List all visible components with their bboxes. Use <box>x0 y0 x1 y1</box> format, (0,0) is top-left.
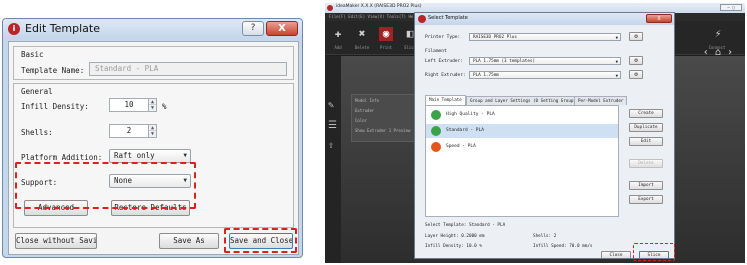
highlight-platform-support <box>15 162 196 209</box>
gear-icon[interactable]: ⚙ <box>629 70 643 79</box>
stepper-down-icon[interactable]: ▼ <box>149 131 156 137</box>
toolbar-label-add: Add <box>334 45 342 50</box>
tab-main-template[interactable]: Main Template <box>425 95 466 105</box>
filament-label: Filament <box>425 49 447 54</box>
add-icon[interactable]: ✚ <box>331 27 345 41</box>
right-extruder-label: Right Extruder: <box>425 73 466 78</box>
edit-button[interactable]: Edit <box>629 137 663 146</box>
connect-icon[interactable]: ⚡ <box>711 27 725 41</box>
window-title: ideaMaker X.X.X (RAISE3D PRO2 Plus) <box>336 4 422 9</box>
left-extruder-select[interactable]: PLA 1.75mm (3 templates) ▼ <box>469 57 621 65</box>
general-group-title: General <box>21 87 53 96</box>
dialog-title: Select Template <box>428 15 468 21</box>
app-logo-icon <box>418 15 426 23</box>
template-item-standard[interactable]: Standard - PLA <box>426 124 618 138</box>
list-icon[interactable]: ☰ <box>328 120 337 131</box>
panel-line-4: Show Extruder 1 Preview <box>355 128 411 133</box>
export-button[interactable]: Export <box>629 195 663 204</box>
shells-info: Shells: 2 <box>533 234 557 239</box>
dialog-titlebar[interactable]: i Edit Template ? X <box>3 19 302 39</box>
chevron-down-icon: ▼ <box>615 35 618 40</box>
layer-height-info: Layer Height: 0.2000 mm <box>425 234 485 239</box>
close-dialog-button[interactable]: Close <box>601 251 631 258</box>
tab-per-model-extruder[interactable]: Per-Model Extruder <box>574 96 628 105</box>
upload-icon[interactable]: ⇧ <box>328 140 334 151</box>
dialog-titlebar[interactable]: Select Template X <box>415 13 674 25</box>
left-sidebar: ✎ ☰ ⇧ <box>325 56 341 263</box>
close-button[interactable]: X <box>266 21 298 36</box>
template-item-high-quality[interactable]: High Quality - PLA <box>426 108 618 122</box>
basic-group: Basic Template Name: Standard - PLA <box>13 46 294 80</box>
stepper-down-icon[interactable]: ▼ <box>149 105 156 111</box>
tab-group-layer-settings[interactable]: Group and Layer Settings (0 Setting Grou… <box>466 96 583 105</box>
chevron-down-icon: ▼ <box>183 152 187 159</box>
chevron-down-icon: ▼ <box>615 73 618 78</box>
home-nav-icon[interactable]: ‹ ⌂ › <box>703 47 733 58</box>
shells-label: Shells: <box>21 128 53 137</box>
window-controls[interactable]: — ▢ <box>720 4 742 11</box>
save-as-button[interactable]: Save As <box>159 233 219 249</box>
delete-icon[interactable]: ✖ <box>355 27 369 41</box>
create-button[interactable]: Create <box>629 109 663 118</box>
panel-line-2: Extruder <box>355 108 375 113</box>
duplicate-button[interactable]: Duplicate <box>629 123 663 132</box>
right-extruder-select[interactable]: PLA 1.75mm ▼ <box>469 71 621 79</box>
shells-stepper[interactable]: ▲ ▼ <box>149 124 157 138</box>
model-info-panel: Model Info Extruder Color Show Extruder … <box>351 94 415 142</box>
platform-addition-label: Platform Addition: <box>21 153 103 162</box>
highlight-save-and-close <box>224 228 297 253</box>
printer-type-label: Printer Type: <box>425 35 461 40</box>
template-list: High Quality - PLA Standard - PLA Speed … <box>425 105 619 217</box>
dialog-body: Basic Template Name: Standard - PLA Gene… <box>8 41 299 255</box>
toolbar-label-delete: Delete <box>354 45 370 50</box>
printer-type-value: RAISE3D PRO2 Plus <box>473 35 517 40</box>
import-button[interactable]: Import <box>629 181 663 190</box>
infill-density-info: Infill Density: 10.0 % <box>425 244 482 249</box>
app-logo-icon: i <box>8 23 20 35</box>
panel-line-1: Model Info <box>355 98 380 103</box>
left-extruder-value: PLA 1.75mm (3 templates) <box>473 59 536 64</box>
quality-icon <box>431 126 441 136</box>
app-logo-icon <box>327 5 333 11</box>
dialog-title: Edit Template <box>25 22 100 35</box>
infill-speed-info: Infill Speed: 70.0 mm/s <box>533 244 593 249</box>
template-item-speed[interactable]: Speed - PLA <box>426 140 618 154</box>
wrench-icon[interactable]: ✎ <box>328 100 334 111</box>
select-template-dialog: Select Template X Printer Type: RAISE3D … <box>414 12 675 259</box>
right-extruder-value: PLA 1.75mm <box>473 73 499 78</box>
delete-button[interactable]: Delete <box>629 159 663 168</box>
template-name-label: Template Name: <box>21 66 85 75</box>
gear-icon[interactable]: ⚙ <box>629 32 643 41</box>
infill-density-label: Infill Density: <box>21 102 89 111</box>
platform-addition-value: Raft only <box>114 151 155 160</box>
help-button[interactable]: ? <box>242 21 264 36</box>
highlight-slice-button <box>633 243 675 261</box>
close-without-saving-button[interactable]: Close without Saving <box>15 233 97 249</box>
template-item-label: Speed - PLA <box>446 144 476 149</box>
template-item-label: High Quality - PLA <box>446 112 495 117</box>
platform-addition-select[interactable]: Raft only ▼ <box>109 149 191 163</box>
panel-line-3: Color <box>355 118 368 123</box>
template-item-label: Standard - PLA <box>446 128 484 133</box>
quality-icon <box>431 110 441 120</box>
flame-icon <box>431 142 441 152</box>
toolbar-label-print: Print <box>379 45 393 50</box>
edit-template-dialog: i Edit Template ? X Basic Template Name:… <box>2 18 303 258</box>
left-extruder-label: Left Extruder: <box>425 59 463 64</box>
basic-group-title: Basic <box>21 50 44 59</box>
shells-input[interactable]: 2 <box>109 124 149 138</box>
screenshot-composite: i Edit Template ? X Basic Template Name:… <box>0 0 747 265</box>
printer-type-select[interactable]: RAISE3D PRO2 Plus ▼ <box>469 33 621 41</box>
close-button[interactable]: X <box>646 14 672 23</box>
infill-unit: % <box>162 102 167 111</box>
gear-icon[interactable]: ⚙ <box>629 56 643 65</box>
chevron-down-icon: ▼ <box>615 59 618 64</box>
print-icon[interactable]: ◉ <box>379 27 393 41</box>
infill-density-input[interactable]: 10 <box>109 98 149 112</box>
selected-template-info: Select Template: Standard - PLA <box>425 223 506 228</box>
template-name-field[interactable]: Standard - PLA <box>89 62 287 76</box>
infill-density-stepper[interactable]: ▲ ▼ <box>149 98 157 112</box>
